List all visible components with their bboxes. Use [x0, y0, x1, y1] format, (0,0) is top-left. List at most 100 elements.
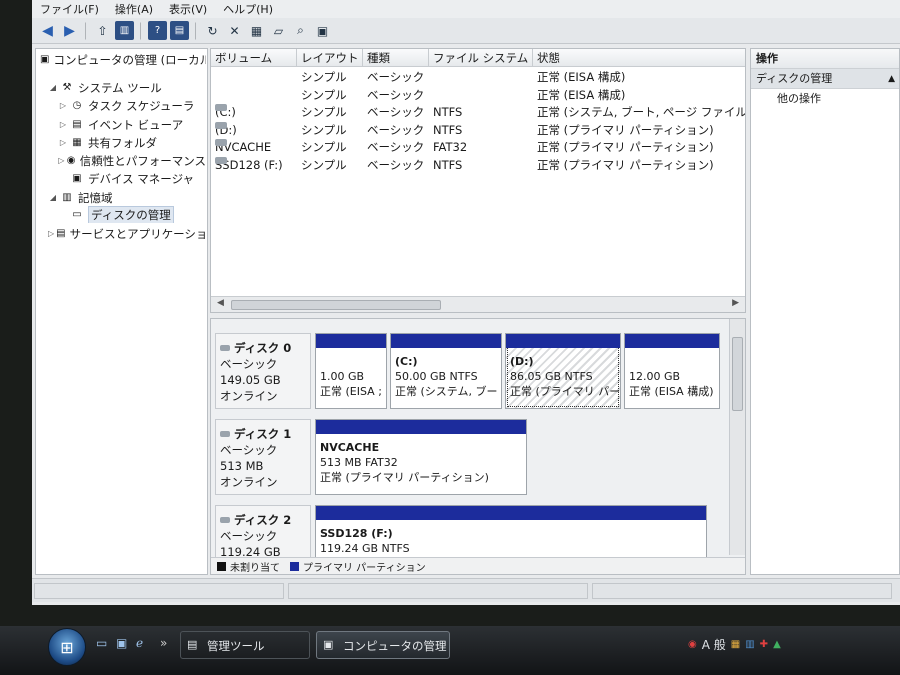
drive-icon: [215, 104, 227, 111]
ime-icon[interactable]: ◉: [688, 639, 697, 650]
network-icon[interactable]: ▲: [773, 639, 781, 650]
column-header-status[interactable]: 状態: [533, 49, 745, 67]
disk-management-icon: ▭: [72, 209, 82, 220]
disk-info[interactable]: ディスク 2 ベーシック 119.24 GB: [215, 505, 311, 565]
tree-item-label: タスク スケジューラ: [88, 98, 195, 113]
partition-status: 正常 (システム, ブー: [395, 385, 498, 398]
new-icon[interactable]: ▦: [247, 21, 266, 40]
refresh-icon[interactable]: ↻: [203, 21, 222, 40]
toolbar-separator: [140, 21, 142, 40]
start-button[interactable]: ⊞: [48, 628, 86, 666]
back-arrow-icon[interactable]: ◀: [38, 21, 57, 40]
expand-toggle-icon[interactable]: ▷: [58, 156, 65, 165]
tree-item[interactable]: ◢ ▥ 記憶域: [48, 189, 206, 206]
delete-icon[interactable]: ✕: [225, 21, 244, 40]
toolbar-separator: [85, 21, 87, 40]
partition-block[interactable]: (D:) 86.05 GB NTFS 正常 (プライマリ パー: [505, 333, 621, 409]
column-header-type[interactable]: 種類: [363, 49, 429, 67]
help-icon[interactable]: ?: [148, 21, 167, 40]
search-icon[interactable]: ⌕: [291, 21, 310, 40]
ime-tools-icon[interactable]: ▦: [731, 639, 740, 650]
scroll-right-icon[interactable]: ▶: [732, 298, 739, 308]
tree-item[interactable]: ▭ ディスクの管理: [58, 206, 206, 223]
horizontal-scrollbar[interactable]: ◀ ▶: [211, 296, 745, 312]
volume-list: ボリューム レイアウト 種類 ファイル システム 状態 シンプル ベーシック 正常 …: [210, 48, 746, 313]
tree-root[interactable]: ▣ コンピュータの管理 (ローカル): [38, 51, 206, 68]
menu-help[interactable]: ヘルプ(H): [223, 1, 273, 17]
volume-row[interactable]: NVCACHE シンプル ベーシック FAT32 正常 (プライマリ パーティション): [211, 139, 745, 156]
volume-row[interactable]: (D:) シンプル ベーシック NTFS 正常 (プライマリ パーティション): [211, 121, 745, 139]
column-header-layout[interactable]: レイアウト: [297, 49, 363, 67]
menu-view[interactable]: 表示(V): [169, 1, 207, 17]
settings-icon[interactable]: ▣: [313, 21, 332, 40]
tree-item[interactable]: ▷ ▤ サービスとアプリケーション: [48, 225, 206, 242]
column-header-volume[interactable]: ボリューム: [211, 49, 297, 67]
ime-mode[interactable]: A 般: [702, 636, 726, 653]
forward-arrow-icon[interactable]: ▶: [60, 21, 79, 40]
properties-icon[interactable]: ▤: [170, 21, 189, 40]
expand-toggle-icon[interactable]: ▷: [48, 229, 54, 238]
disk-map-vertical-scrollbar[interactable]: [729, 319, 745, 555]
scroll-left-icon[interactable]: ◀: [217, 298, 224, 308]
tree-item-label: 記憶域: [78, 190, 113, 205]
expand-toggle-icon[interactable]: ◢: [48, 193, 58, 202]
menu-action[interactable]: 操作(A): [115, 1, 153, 17]
layout-cell: シンプル: [301, 87, 347, 102]
disk-name-line: ディスク 0: [220, 340, 310, 356]
disk-state: オンライン: [220, 389, 278, 403]
volume-row[interactable]: (C:) シンプル ベーシック NTFS 正常 (システム, ブート, ページ ファイル…: [211, 104, 745, 121]
tree-item[interactable]: ▷ ◉ 信頼性とパフォーマンス: [58, 152, 206, 169]
volume-row[interactable]: シンプル ベーシック 正常 (EISA 構成): [211, 87, 745, 104]
action-more-actions[interactable]: 他の操作: [751, 89, 899, 109]
scroll-thumb[interactable]: [231, 300, 441, 310]
tree-item[interactable]: ▷ ◷ タスク スケジューラ: [58, 97, 206, 114]
disk-row: ディスク 1 ベーシック 513 MB オンライン NVCACHE 513 MB FAT3…: [215, 419, 715, 495]
column-header-filesystem[interactable]: ファイル システム: [429, 49, 533, 67]
internet-explorer-icon[interactable]: ℯ: [136, 636, 152, 652]
layout-cell: シンプル: [301, 122, 347, 137]
volume-cell: (C:): [215, 104, 297, 121]
disk-info[interactable]: ディスク 1 ベーシック 513 MB オンライン: [215, 419, 311, 495]
partition-block[interactable]: 12.00 GB 正常 (EISA 構成): [624, 333, 720, 409]
disk-name-line: ディスク 1: [220, 426, 310, 442]
type-cell: ベーシック: [367, 157, 425, 172]
partition-name: [629, 354, 715, 369]
volume-row[interactable]: シンプル ベーシック 正常 (EISA 構成): [211, 69, 745, 86]
menu-file[interactable]: ファイル(F): [40, 1, 99, 17]
tree-item[interactable]: ▷ ▤ イベント ビューア: [58, 116, 206, 133]
tree-item[interactable]: ▷ ▦ 共有フォルダ: [58, 134, 206, 151]
partition-block[interactable]: SSD128 (F:) 119.24 GB NTFS: [315, 505, 707, 565]
status-cell: 正常 (プライマリ パーティション): [537, 157, 714, 172]
status-cell: 正常 (EISA 構成): [537, 87, 626, 102]
expand-toggle-icon[interactable]: ◢: [48, 83, 58, 92]
scroll-thumb[interactable]: [732, 337, 743, 411]
expand-toggle-icon[interactable]: ▷: [58, 120, 68, 129]
partition-block[interactable]: 1.00 GB 正常 (EISA ;: [315, 333, 387, 409]
expand-toggle-icon[interactable]: ▷: [58, 101, 68, 110]
actions-section-disk-management[interactable]: ディスクの管理 ▲: [751, 69, 899, 89]
taskbar-item-label: 管理ツール: [207, 639, 265, 653]
open-folder-icon[interactable]: ▱: [269, 21, 288, 40]
switch-windows-icon[interactable]: ▣: [116, 636, 132, 652]
disk-name: ディスク 1: [234, 427, 292, 441]
quicklaunch-more-icon[interactable]: »: [160, 636, 176, 652]
volume-cell: NVCACHE: [215, 139, 297, 156]
disk-info[interactable]: ディスク 0 ベーシック 149.05 GB オンライン: [215, 333, 311, 409]
show-hide-tree-icon[interactable]: ▥: [115, 21, 134, 40]
services-icon: ▤: [56, 228, 66, 239]
security-icon[interactable]: ✚: [760, 639, 768, 650]
taskbar-item-computer-management[interactable]: ▣ コンピュータの管理: [316, 631, 450, 659]
expand-toggle-icon[interactable]: ▷: [58, 138, 68, 147]
language-bar-icon[interactable]: ▥: [745, 639, 754, 650]
actions-section-label: ディスクの管理: [756, 72, 833, 85]
tree-item[interactable]: ▣ デバイス マネージャ: [58, 170, 206, 187]
partition-block[interactable]: NVCACHE 513 MB FAT32 正常 (プライマリ パーティション): [315, 419, 527, 495]
show-desktop-icon[interactable]: ▭: [96, 636, 112, 652]
collapse-caret-icon[interactable]: ▲: [888, 69, 895, 89]
tree-item[interactable]: ◢ ⚒ システム ツール: [48, 79, 206, 96]
type-cell: ベーシック: [367, 140, 425, 154]
volume-row[interactable]: SSD128 (F:) シンプル ベーシック NTFS 正常 (プライマリ パーティショ…: [211, 156, 745, 174]
taskbar-item-admin-tools[interactable]: ▤ 管理ツール: [180, 631, 310, 659]
partition-block[interactable]: (C:) 50.00 GB NTFS 正常 (システム, ブー: [390, 333, 502, 409]
up-folder-icon[interactable]: ⇧: [93, 21, 112, 40]
